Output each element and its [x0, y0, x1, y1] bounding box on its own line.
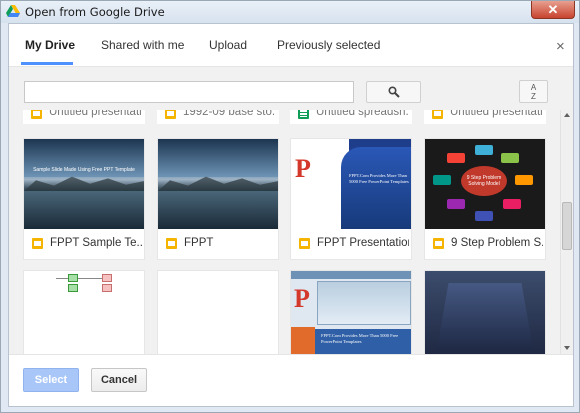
file-grid: Untitled presentati... 1992-09 base sto.…	[9, 110, 560, 354]
file-card[interactable]	[23, 270, 145, 354]
file-thumbnail	[158, 271, 278, 354]
slides-file-icon	[32, 238, 43, 249]
file-thumbnail	[425, 271, 545, 354]
file-title: Untitled spreadsh...	[316, 110, 408, 118]
powerpoint-logo-icon: P	[295, 154, 311, 183]
file-card[interactable]: Untitled presentati...	[23, 110, 145, 124]
slides-file-icon	[165, 110, 176, 119]
file-card[interactable]: P FPPT.Com Provides More Than 5000 Free …	[290, 270, 412, 354]
sort-az-icon: A Z	[530, 83, 537, 101]
slides-file-icon	[299, 238, 310, 249]
toolbar: A Z	[9, 66, 573, 110]
scroll-up-arrow-icon[interactable]	[564, 113, 570, 117]
window-close-button[interactable]: ✕	[531, 1, 575, 19]
file-title: 9 Step Problem S...	[451, 237, 543, 249]
search-icon	[388, 86, 400, 98]
file-card[interactable]: 9 Step Problem Solving Model 9 Step Prob…	[424, 138, 546, 260]
search-input[interactable]	[24, 81, 354, 103]
file-title: 1992-09 base sto...	[183, 110, 275, 118]
file-thumbnail: P FPPT.Com Provides More Than 5000 Free …	[291, 271, 411, 354]
tab-previously-selected[interactable]: Previously selected	[277, 38, 380, 52]
slides-file-icon	[433, 238, 444, 249]
thumbnail-caption: FPPT.Com Provides More Than 5000 Free Po…	[349, 173, 409, 184]
file-card[interactable]	[157, 270, 279, 354]
search-button[interactable]	[366, 81, 421, 103]
tab-upload[interactable]: Upload	[209, 38, 247, 52]
file-title: Untitled presentati...	[49, 110, 141, 118]
file-title: FPPT Sample Te...	[50, 237, 142, 249]
active-tab-indicator	[21, 62, 73, 65]
vertical-scrollbar[interactable]	[560, 110, 573, 354]
file-card[interactable]: P FPPT.Com Provides More Than 5000 Free …	[290, 138, 412, 260]
thumbnail-caption: 9 Step Problem Solving Model	[461, 166, 507, 196]
file-thumbnail: Sample Slide Made Using Free PPT Templat…	[24, 139, 144, 229]
file-thumbnail	[158, 139, 278, 229]
sort-button[interactable]: A Z	[519, 80, 548, 103]
file-card[interactable]	[424, 270, 546, 354]
thumbnail-caption: Sample Slide Made Using Free PPT Templat…	[33, 167, 135, 173]
file-thumbnail: 9 Step Problem Solving Model	[425, 139, 545, 229]
file-card[interactable]: 1992-09 base sto...	[157, 110, 279, 124]
file-thumbnail: P FPPT.Com Provides More Than 5000 Free …	[291, 139, 411, 229]
close-icon[interactable]: ×	[556, 38, 565, 55]
file-title: FPPT Presentation...	[317, 237, 409, 249]
file-card[interactable]: FPPT	[157, 138, 279, 260]
picker-dialog: My Drive Shared with me Upload Previousl…	[8, 23, 574, 407]
dialog-window: Open from Google Drive ✕ My Drive Shared…	[0, 0, 580, 413]
file-title: Untitled presentati...	[450, 110, 542, 118]
file-thumbnail	[24, 271, 144, 354]
powerpoint-logo-icon: P	[294, 284, 310, 313]
title-bar: Open from Google Drive ✕	[1, 1, 579, 23]
file-card[interactable]: Untitled spreadsh...	[290, 110, 412, 124]
file-title: FPPT	[184, 237, 214, 249]
scroll-down-arrow-icon[interactable]	[564, 346, 570, 350]
tab-shared-with-me[interactable]: Shared with me	[101, 38, 184, 52]
slides-file-icon	[166, 238, 177, 249]
tab-bar: My Drive Shared with me Upload Previousl…	[9, 24, 573, 66]
tab-my-drive[interactable]: My Drive	[25, 38, 75, 52]
window-title: Open from Google Drive	[25, 5, 165, 19]
file-card[interactable]: Untitled presentati...	[424, 110, 546, 124]
slides-file-icon	[432, 110, 443, 119]
thumbnail-caption: FPPT.Com Provides More Than 5000 Free Po…	[321, 333, 399, 344]
scrollbar-thumb[interactable]	[562, 202, 572, 250]
dialog-footer: Select Cancel	[9, 354, 573, 406]
slides-file-icon	[31, 110, 42, 119]
google-drive-icon	[6, 5, 20, 17]
select-button[interactable]: Select	[23, 368, 79, 392]
file-card[interactable]: Sample Slide Made Using Free PPT Templat…	[23, 138, 145, 260]
cancel-button[interactable]: Cancel	[91, 368, 147, 392]
sheets-file-icon	[298, 110, 309, 119]
